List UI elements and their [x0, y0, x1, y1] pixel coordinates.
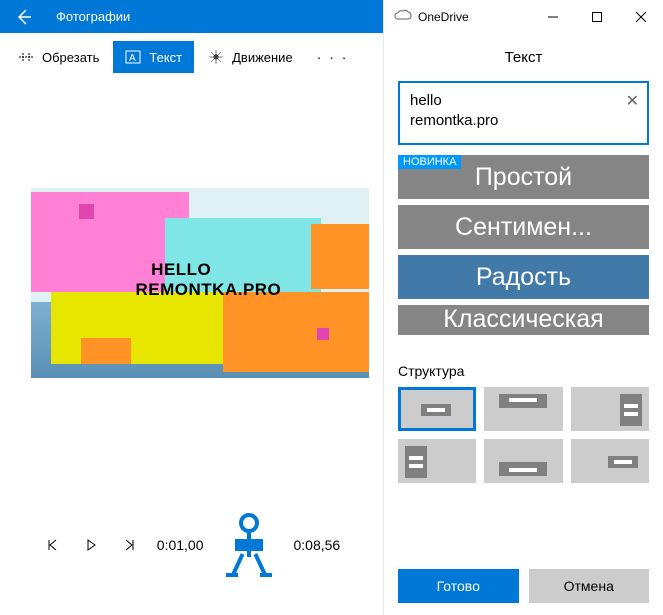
text-input[interactable]: [410, 91, 617, 130]
total-time: 0:08,56: [294, 537, 341, 553]
layout-grid: [398, 387, 649, 483]
layout-center[interactable]: [398, 387, 476, 431]
layout-left[interactable]: [398, 439, 476, 483]
more-button[interactable]: · · ·: [307, 41, 359, 73]
titlebar-left: Фотографии: [0, 0, 383, 33]
panel-title: Текст: [384, 33, 663, 81]
layout-bottom[interactable]: [484, 439, 562, 483]
style-joy[interactable]: Радость: [398, 255, 649, 299]
button-label: Отмена: [564, 578, 614, 594]
text-icon: A: [125, 49, 141, 65]
app-title-right: OneDrive: [412, 10, 469, 24]
crop-icon: [18, 49, 34, 65]
clear-input-button[interactable]: ✕: [626, 91, 639, 111]
tool-label: Движение: [232, 50, 293, 65]
layout-right-center[interactable]: [571, 439, 649, 483]
prev-frame-button[interactable]: [43, 535, 63, 555]
style-label: Радость: [476, 263, 571, 292]
layout-right[interactable]: [571, 387, 649, 431]
cancel-button[interactable]: Отмена: [529, 569, 650, 603]
layout-top[interactable]: [484, 387, 562, 431]
preview-canvas[interactable]: HELLO REMONTKA.PRO: [31, 188, 369, 378]
style-list: НОВИНКА Простой Сентимен... Радость Клас…: [398, 155, 649, 335]
button-label: Готово: [437, 578, 480, 594]
minimize-button[interactable]: [531, 0, 575, 33]
style-label: Простой: [475, 163, 572, 192]
titlebar-right: OneDrive: [384, 0, 663, 33]
crop-button[interactable]: Обрезать: [6, 41, 111, 73]
motion-icon: [208, 49, 224, 65]
app-title-left: Фотографии: [48, 9, 130, 24]
svg-text:A: A: [129, 53, 136, 64]
onedrive-icon: [394, 8, 412, 26]
maximize-button[interactable]: [575, 0, 619, 33]
tool-label: Текст: [149, 50, 182, 65]
done-button[interactable]: Готово: [398, 569, 519, 603]
play-button[interactable]: [81, 535, 101, 555]
style-sentimental[interactable]: Сентимен...: [398, 205, 649, 249]
style-label: Сентимен...: [455, 213, 592, 242]
close-button[interactable]: [619, 0, 663, 33]
motion-button[interactable]: Движение: [196, 41, 305, 73]
footer: Готово Отмена: [384, 557, 663, 615]
next-frame-button[interactable]: [119, 535, 139, 555]
text-input-wrap: ✕: [398, 81, 649, 145]
playback-controls: 0:01,00 0:08,56: [0, 475, 383, 615]
canvas-area: HELLO REMONTKA.PRO: [0, 81, 383, 475]
new-badge: НОВИНКА: [398, 155, 461, 169]
canvas-overlay-text: HELLO REMONTKA.PRO: [136, 260, 282, 300]
scrubber-handle[interactable]: [222, 513, 276, 577]
text-button[interactable]: A Текст: [113, 41, 194, 73]
toolbar: Обрезать A Текст Движение · · ·: [0, 33, 383, 81]
style-classic[interactable]: Классическая: [398, 305, 649, 335]
style-simple[interactable]: НОВИНКА Простой: [398, 155, 649, 199]
style-label: Классическая: [443, 305, 603, 334]
back-button[interactable]: [0, 0, 48, 33]
current-time: 0:01,00: [157, 537, 204, 553]
tool-label: Обрезать: [42, 50, 99, 65]
layout-section-label: Структура: [398, 363, 649, 379]
